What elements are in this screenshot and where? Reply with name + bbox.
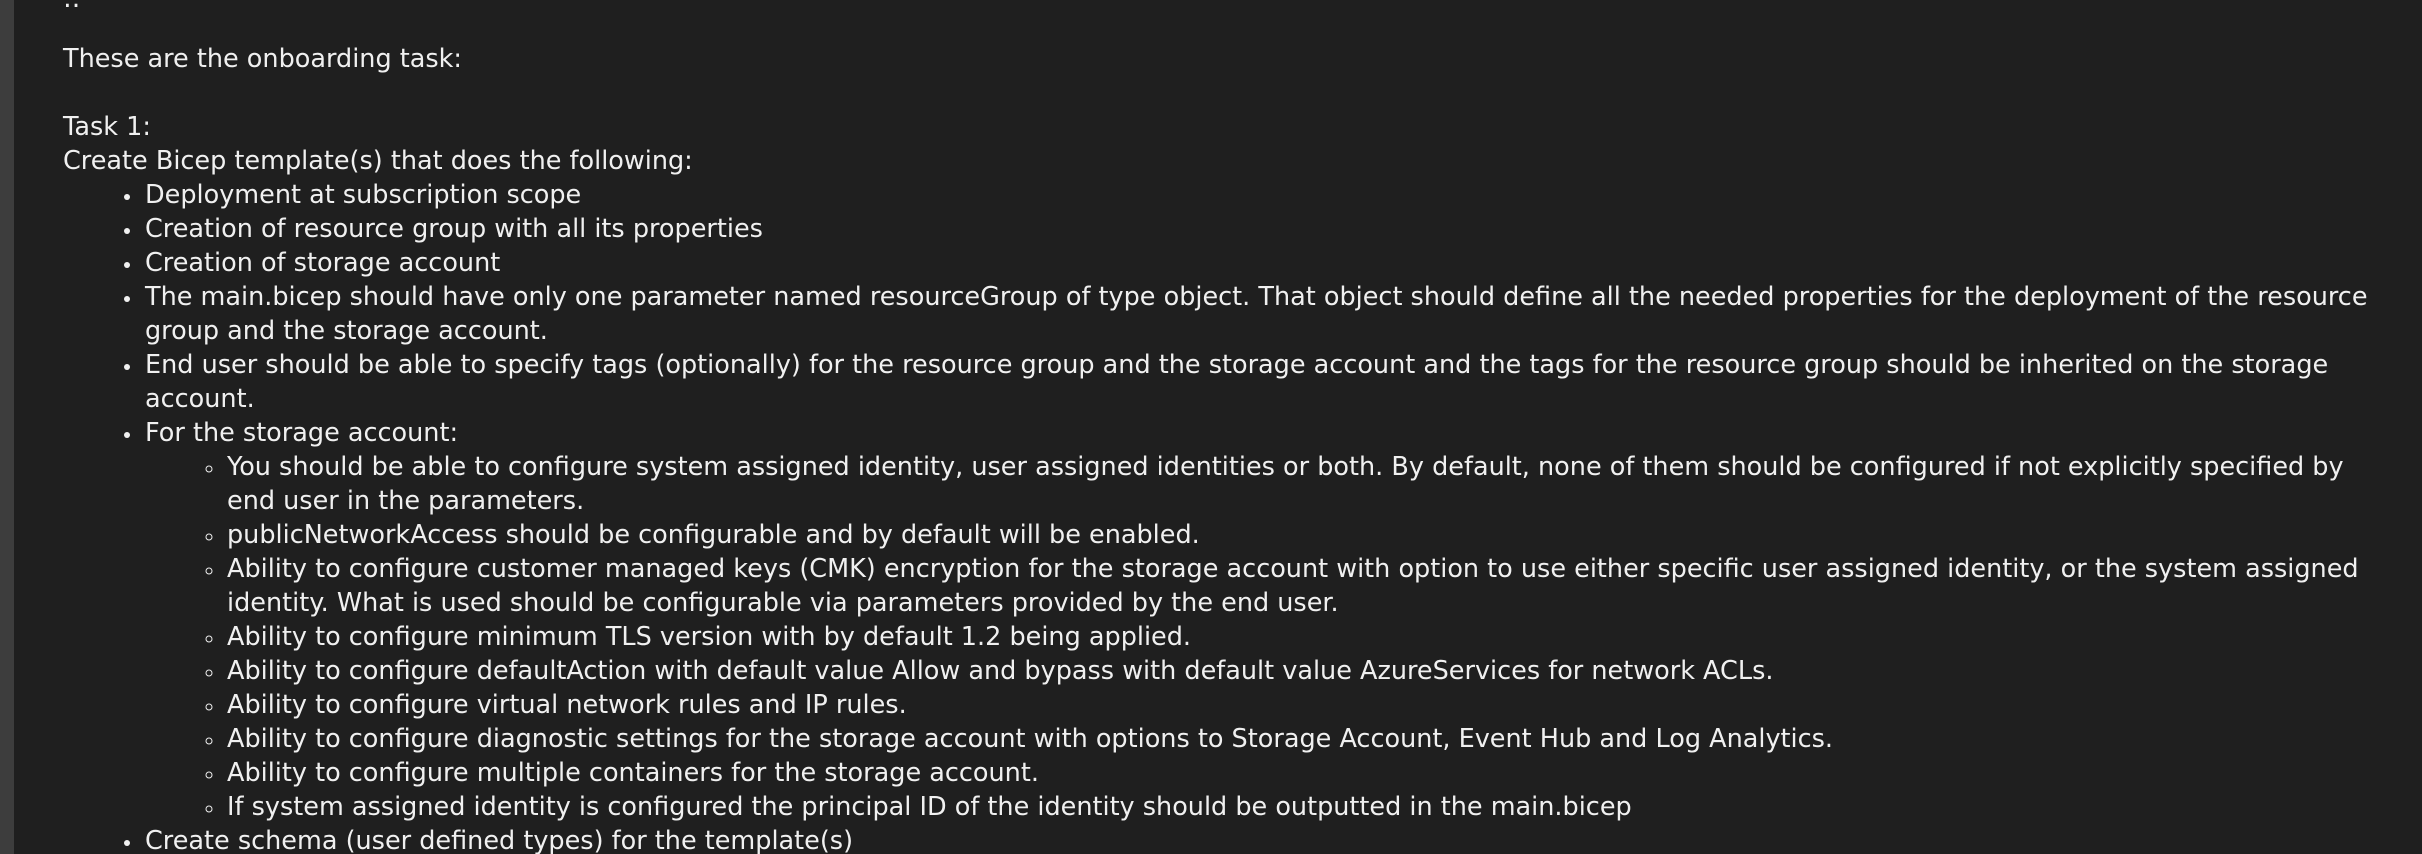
task-heading: Task 1:	[63, 112, 151, 142]
sublist-item: You should be able to configure system a…	[225, 450, 2393, 518]
sublist-item: Ability to configure diagnostic settings…	[225, 722, 2393, 756]
sublist-item: Ability to configure virtual network rul…	[225, 688, 2393, 722]
list-item: Creation of resource group with all its …	[143, 212, 2393, 246]
sublist-item: Ability to configure minimum TLS version…	[225, 620, 2393, 654]
sublist-item: Ability to configure defaultAction with …	[225, 654, 2393, 688]
list-item: End user should be able to specify tags …	[143, 348, 2393, 416]
storage-sublist: You should be able to configure system a…	[145, 450, 2393, 824]
intro-text: These are the onboarding task:	[63, 44, 463, 74]
list-item: Create schema (user defined types) for t…	[143, 824, 2393, 854]
task-description: Create Bicep template(s) that does the f…	[63, 146, 693, 176]
task-list: Deployment at subscription scope Creatio…	[63, 178, 2393, 854]
list-item: Creation of storage account	[143, 246, 2393, 280]
left-edge-bar	[0, 0, 14, 854]
list-item-label: For the storage account:	[145, 418, 459, 448]
sublist-item: publicNetworkAccess should be configurab…	[225, 518, 2393, 552]
sublist-item: If system assigned identity is configure…	[225, 790, 2393, 824]
document-view: ‥ · · These are the onboarding task: Tas…	[0, 0, 2422, 854]
document-content: These are the onboarding task: Task 1: C…	[63, 42, 2393, 854]
list-item: Deployment at subscription scope	[143, 178, 2393, 212]
sublist-item: Ability to configure customer managed ke…	[225, 552, 2393, 620]
clipped-previous-line: ‥ · ·	[63, 0, 123, 8]
list-item-storage: For the storage account: You should be a…	[143, 416, 2393, 824]
sublist-item: Ability to configure multiple containers…	[225, 756, 2393, 790]
list-item: The main.bicep should have only one para…	[143, 280, 2393, 348]
